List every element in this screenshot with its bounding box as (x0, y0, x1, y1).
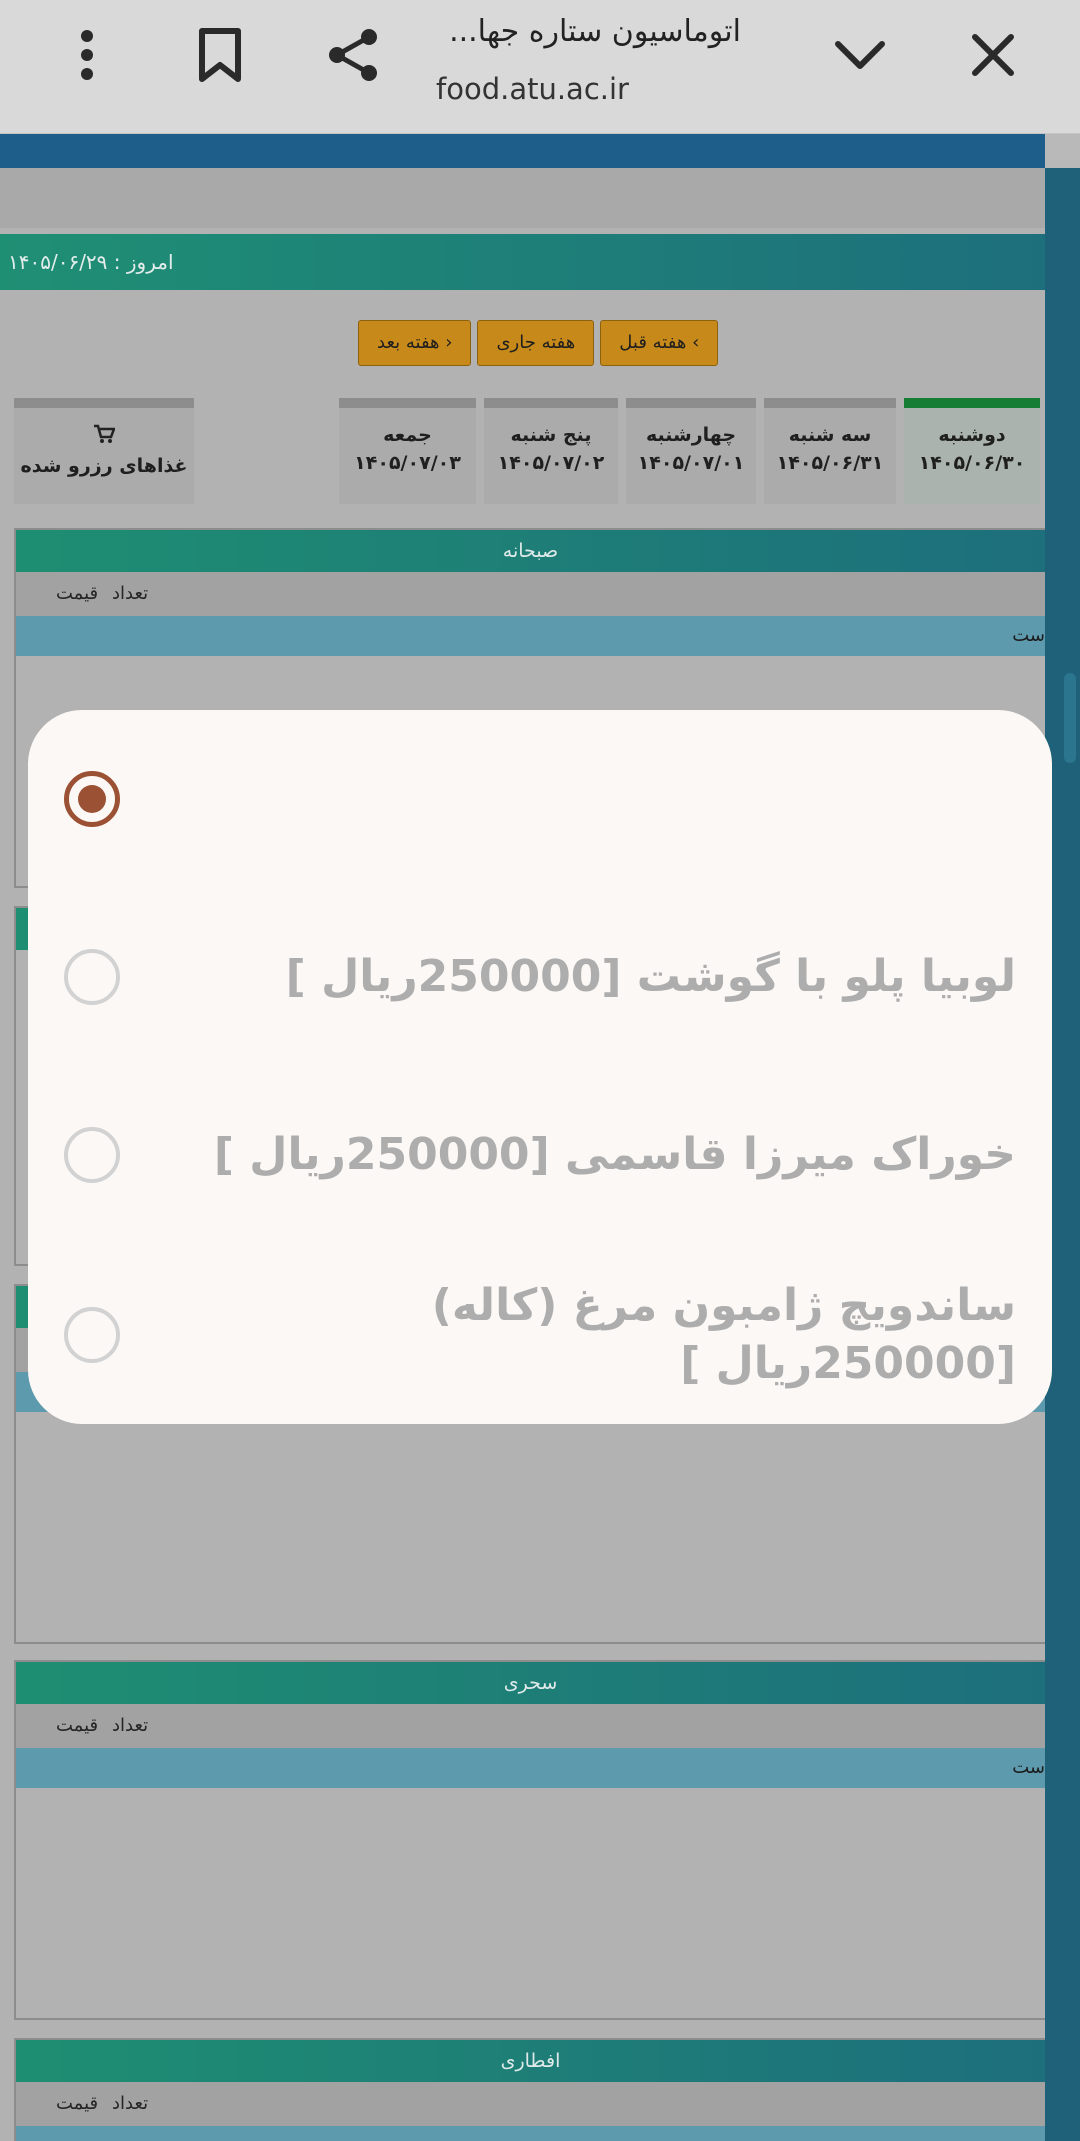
tab-day-monday[interactable]: دوشنبه ۱۴۰۵/۰۶/۳۰ (904, 398, 1040, 504)
col-count: تعداد (112, 1715, 149, 1736)
day-date: ۱۴۰۵/۰۶/۳۰ (918, 452, 1026, 474)
food-option-lobia-polo[interactable]: لوبیا پلو با گوشت [250000ریال ] (28, 888, 1052, 1066)
chevron-down-icon[interactable] (825, 20, 895, 90)
page-url[interactable]: food.atu.ac.ir (420, 72, 645, 106)
site-nav-band (0, 134, 1045, 168)
day-date: ۱۴۰۵/۰۷/۰۱ (637, 452, 745, 474)
tab-day-wednesday[interactable]: چهارشنبه ۱۴۰۵/۰۷/۰۱ (626, 398, 756, 504)
table-header: قیمت تعداد (16, 2082, 1045, 2126)
today-date: امروز : ۱۴۰۵/۰۶/۲۹ (0, 234, 1045, 290)
col-count: تعداد (112, 583, 149, 604)
day-name: سه شنبه (788, 424, 872, 446)
food-option-empty[interactable] (28, 710, 1052, 888)
page-scrollbar-thumb[interactable] (1064, 673, 1076, 763)
share-icon[interactable] (318, 20, 388, 90)
header-band (0, 168, 1045, 228)
radio-unselected-icon[interactable] (64, 1127, 120, 1183)
section-title: سحری (16, 1662, 1045, 1704)
col-count: تعداد (112, 2093, 149, 2114)
food-option-mirza-ghasemi[interactable]: خوراک میرزا قاسمی [250000ریال ] (28, 1066, 1052, 1244)
section-title: صبحانه (16, 530, 1045, 572)
day-date: ۱۴۰۵/۰۶/۳۱ (776, 452, 884, 474)
cart-icon (14, 424, 194, 449)
table-row (16, 2126, 1045, 2141)
col-price: قیمت (56, 2093, 99, 2114)
prev-week-button[interactable]: › هفته قبل (600, 320, 719, 366)
section-title: افطاری (16, 2040, 1045, 2082)
day-date: ۱۴۰۵/۰۷/۰۳ (354, 452, 461, 474)
day-name: دوشنبه (938, 424, 1006, 446)
table-row: ست (16, 616, 1045, 656)
day-name: جمعه (383, 424, 432, 446)
close-icon[interactable] (958, 20, 1028, 90)
day-name: چهارشنبه (645, 424, 737, 446)
table-header: قیمت تعداد (16, 1704, 1045, 1748)
browser-toolbar: اتوماسیون ستاره جها... food.atu.ac.ir (0, 0, 1080, 134)
meal-section-iftar: افطاری قیمت تعداد (14, 2038, 1045, 2141)
tab-day-friday[interactable]: جمعه ۱۴۰۵/۰۷/۰۳ (339, 398, 476, 504)
page-title: اتوماسیون ستاره جها... (449, 14, 741, 49)
table-header: قیمت تعداد (16, 572, 1045, 616)
col-price: قیمت (56, 583, 99, 604)
chevron-left-icon: ‹ (439, 332, 453, 353)
next-week-label: هفته بعد (377, 332, 440, 353)
current-week-label: هفته جاری (496, 332, 576, 353)
day-date: ۱۴۰۵/۰۷/۰۲ (497, 452, 605, 474)
radio-unselected-icon[interactable] (64, 949, 120, 1005)
tab-day-tuesday[interactable]: سه شنبه ۱۴۰۵/۰۶/۳۱ (764, 398, 896, 504)
tab-reserved-foods[interactable]: غذاهای رزرو شده (14, 398, 194, 504)
current-week-button[interactable]: هفته جاری (477, 320, 595, 366)
more-options-icon[interactable] (52, 20, 122, 90)
day-name: پنج شنبه (510, 424, 592, 446)
table-row: ست (16, 1748, 1045, 1788)
reserved-tab-label: غذاهای رزرو شده (20, 455, 188, 477)
week-navigation: ‹ هفته بعد هفته جاری › هفته قبل (358, 320, 719, 366)
prev-week-label: هفته قبل (619, 332, 687, 353)
bookmark-icon[interactable] (185, 20, 255, 90)
food-option-label: ساندویچ ژامبون مرغ (کاله) [250000ریال ] (431, 1280, 1016, 1389)
food-option-label: لوبیا پلو با گوشت [250000ریال ] (285, 951, 1016, 1002)
food-option-label: خوراک میرزا قاسمی [250000ریال ] (213, 1129, 1016, 1180)
meal-section-sahari: سحری قیمت تعداد ست (14, 1660, 1045, 2020)
radio-selected-icon[interactable] (64, 771, 120, 827)
tab-day-thursday[interactable]: پنج شنبه ۱۴۰۵/۰۷/۰۲ (484, 398, 618, 504)
next-week-button[interactable]: ‹ هفته بعد (358, 320, 472, 366)
day-tabs: دوشنبه ۱۴۰۵/۰۶/۳۰ سه شنبه ۱۴۰۵/۰۶/۳۱ چها… (14, 398, 1044, 504)
radio-unselected-icon[interactable] (64, 1307, 120, 1363)
row-text: ست (1012, 1757, 1045, 1778)
food-option-sandwich[interactable]: ساندویچ ژامبون مرغ (کاله) [250000ریال ] (28, 1246, 1052, 1424)
food-select-dialog: لوبیا پلو با گوشت [250000ریال ] خوراک می… (28, 710, 1052, 1424)
col-price: قیمت (56, 1715, 99, 1736)
chevron-right-icon: › (686, 332, 700, 353)
row-text: ست (1012, 625, 1045, 646)
